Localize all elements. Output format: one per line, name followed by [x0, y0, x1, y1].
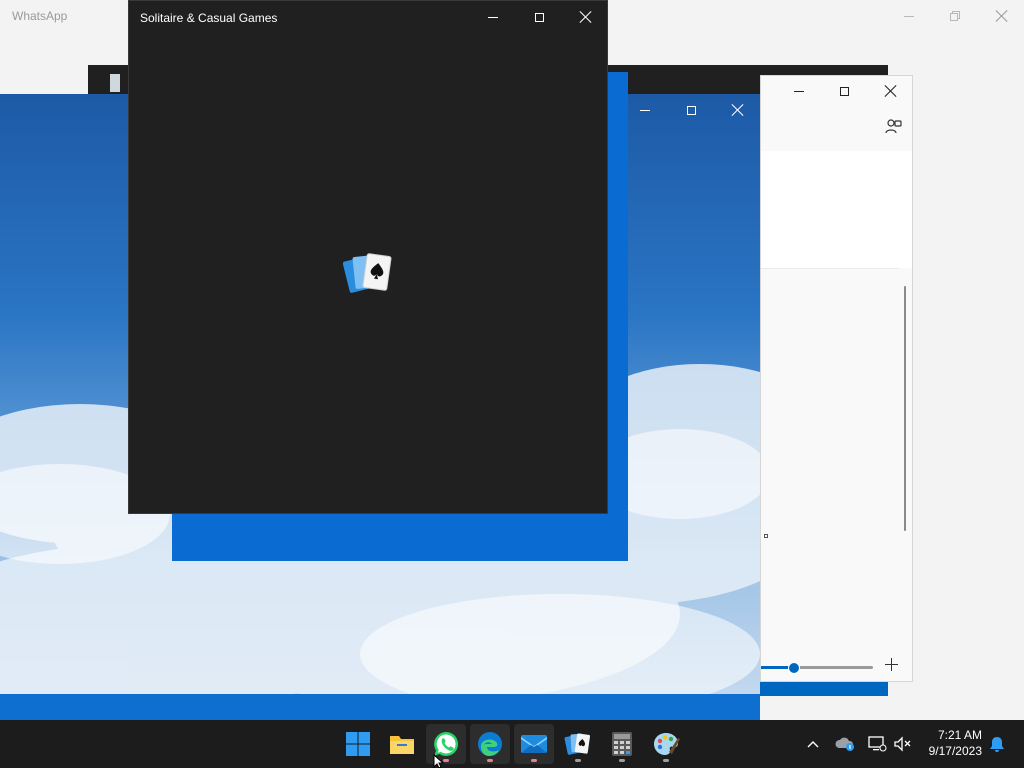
mouse-cursor-icon — [433, 754, 445, 768]
show-hidden-icons-chevron-icon[interactable] — [801, 732, 825, 756]
whatsapp-close-button[interactable] — [978, 1, 1024, 31]
right-app-close-button[interactable] — [867, 76, 913, 106]
wallpaper-minimize-button[interactable] — [622, 95, 668, 125]
calculator-indicator — [619, 759, 625, 762]
start-button[interactable] — [338, 724, 378, 764]
taskbar: 7:21 AM 9/17/2023 — [0, 720, 1024, 768]
taskbar-whatsapp[interactable] — [426, 724, 466, 764]
solitaire-logo-icon — [342, 251, 395, 297]
zoom-slider-thumb[interactable] — [788, 662, 800, 674]
mail-indicator — [531, 759, 537, 762]
taskbar-solitaire[interactable] — [558, 724, 598, 764]
right-app-controls — [776, 76, 912, 106]
taskbar-mail[interactable] — [514, 724, 554, 764]
right-app-canvas-area — [761, 268, 899, 652]
wallpaper-bottom-bar — [0, 694, 760, 720]
windows-logo-icon — [346, 732, 370, 756]
calculator-icon — [612, 732, 632, 756]
clock[interactable]: 7:21 AM 9/17/2023 — [929, 727, 982, 759]
notification-bell-icon[interactable] — [985, 732, 1009, 756]
folder-icon — [390, 736, 414, 754]
clock-time: 7:21 AM — [937, 728, 982, 742]
mail-icon — [521, 735, 547, 753]
solitaire-title: Solitaire & Casual Games — [140, 11, 278, 25]
whatsapp-minimize-button[interactable] — [886, 1, 932, 31]
paint-indicator — [663, 759, 669, 762]
edge-indicator — [487, 759, 493, 762]
right-app-maximize-button[interactable] — [821, 76, 867, 106]
right-app-share-icon[interactable] — [884, 118, 902, 136]
taskbar-edge[interactable] — [470, 724, 510, 764]
solitaire-maximize-button[interactable] — [516, 2, 562, 32]
right-app-content — [761, 151, 912, 268]
onedrive-status-icon[interactable] — [833, 732, 857, 756]
solitaire-minimize-button[interactable] — [470, 2, 516, 32]
taskbar-calculator[interactable] — [602, 724, 642, 764]
solitaire-indicator — [575, 759, 581, 762]
network-icon[interactable] — [865, 732, 889, 756]
taskbar-paint[interactable] — [646, 724, 686, 764]
zoom-slider-fill — [761, 666, 791, 669]
paint-palette-icon — [654, 733, 680, 755]
zoom-in-icon[interactable] — [885, 658, 899, 672]
whatsapp-title: WhatsApp — [12, 9, 68, 23]
right-app-bottom-bar — [760, 682, 888, 696]
wallpaper-close-button[interactable] — [714, 95, 760, 125]
volume-muted-icon[interactable] — [891, 732, 915, 756]
wallpaper-window-controls — [622, 95, 760, 125]
clock-date: 9/17/2023 — [928, 744, 982, 758]
right-app-window[interactable] — [760, 75, 913, 682]
whatsapp-restore-button[interactable] — [932, 1, 978, 31]
right-app-minimize-button[interactable] — [776, 76, 822, 106]
background-window-icon — [110, 74, 120, 92]
wallpaper-maximize-button[interactable] — [668, 95, 714, 125]
cards-icon — [564, 733, 590, 755]
edge-icon — [478, 732, 502, 756]
solitaire-close-button[interactable] — [562, 2, 608, 32]
solitaire-window[interactable]: Solitaire & Casual Games — [128, 0, 608, 514]
vertical-scrollbar[interactable] — [904, 286, 906, 531]
resize-handle[interactable] — [764, 534, 768, 538]
taskbar-file-explorer[interactable] — [382, 724, 422, 764]
